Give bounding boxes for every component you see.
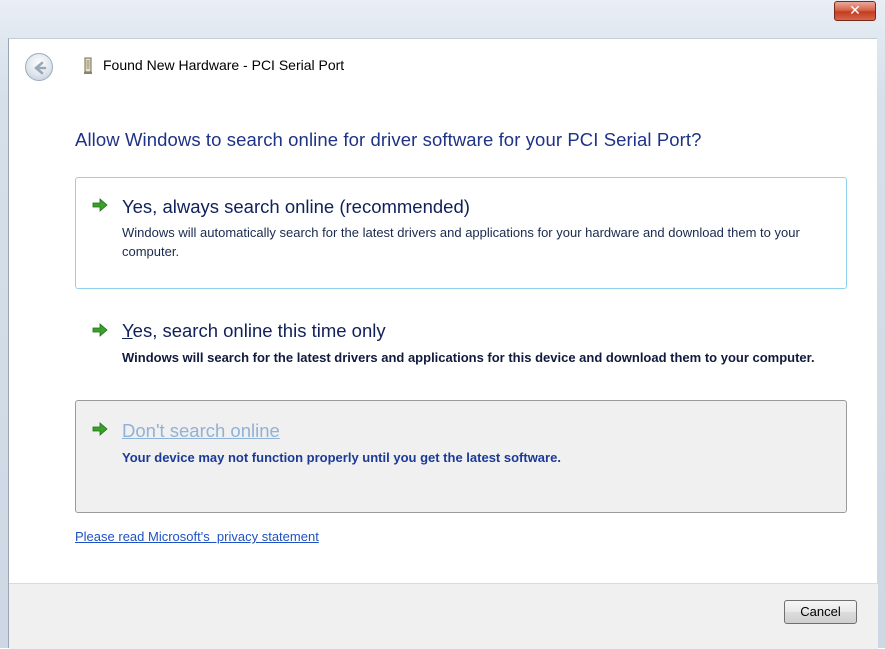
cancel-button[interactable]: Cancel bbox=[784, 600, 857, 624]
dialog-window: ✕ Found New Hardware - PCI Serial Port A… bbox=[0, 0, 885, 649]
option-description: Windows will automatically search for th… bbox=[122, 225, 800, 259]
window-title: Found New Hardware - PCI Serial Port bbox=[103, 57, 345, 73]
option-description: Your device may not function properly un… bbox=[122, 450, 561, 465]
back-arrow-icon bbox=[34, 61, 47, 75]
option-search-this-time-only[interactable]: Yes, search online this time only Window… bbox=[75, 301, 847, 397]
close-button[interactable]: ✕ bbox=[834, 1, 876, 21]
title-bar[interactable]: ✕ bbox=[0, 0, 885, 30]
option-description: Windows will search for the latest drive… bbox=[122, 350, 815, 365]
page-heading: Allow Windows to search online for drive… bbox=[75, 129, 702, 150]
green-arrow-icon bbox=[92, 198, 108, 212]
dialog-footer: Cancel bbox=[9, 583, 878, 649]
option-title: Yes, search online this time only bbox=[122, 320, 386, 342]
access-key: Y bbox=[122, 320, 133, 341]
option-title-rest: es, search online this time only bbox=[132, 320, 386, 341]
option-dont-search-online[interactable]: Don't search online Your device may not … bbox=[75, 400, 847, 513]
option-always-search-online[interactable]: Yes, always search online (recommended) … bbox=[75, 177, 847, 289]
option-title-rest: on't search online bbox=[135, 420, 280, 441]
green-arrow-icon bbox=[92, 323, 108, 337]
option-title: Yes, always search online (recommended) bbox=[122, 196, 470, 217]
privacy-statement-link[interactable]: Please read Microsoft's privacy statemen… bbox=[75, 529, 319, 544]
option-title: Don't search online bbox=[122, 420, 280, 442]
dialog-client-area: Found New Hardware - PCI Serial Port All… bbox=[8, 38, 878, 649]
green-arrow-icon bbox=[92, 422, 108, 436]
hardware-device-icon bbox=[84, 57, 92, 74]
back-button[interactable] bbox=[25, 53, 53, 81]
close-icon: ✕ bbox=[849, 3, 861, 19]
access-key: D bbox=[122, 420, 136, 441]
navigation-row: Found New Hardware - PCI Serial Port bbox=[9, 39, 878, 109]
